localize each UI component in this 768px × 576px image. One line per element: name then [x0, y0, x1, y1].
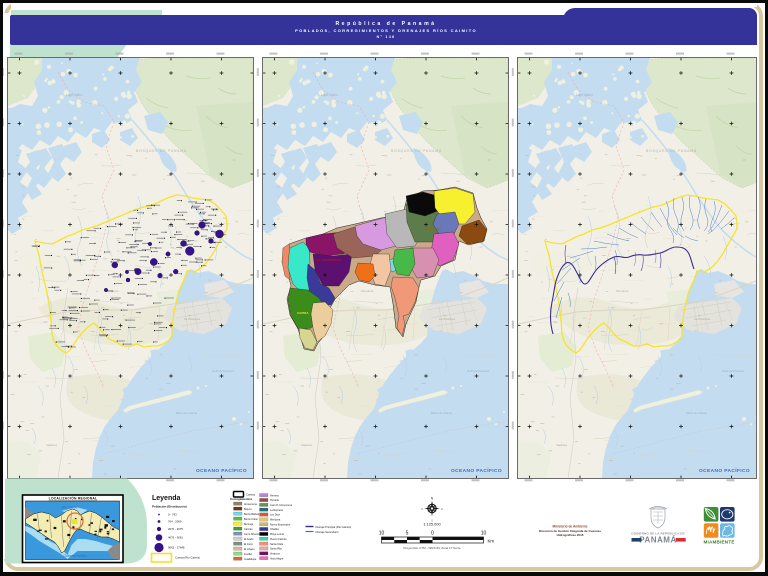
- svg-text:Cuenca: Cuenca: [246, 493, 255, 497]
- svg-text:Santa Rita: Santa Rita: [270, 548, 282, 551]
- svg-text:10: 10: [481, 531, 487, 537]
- svg-text:Ministerio de Ambiente: Ministerio de Ambiente: [553, 525, 588, 529]
- svg-text:Los Díaz: Los Díaz: [270, 514, 281, 517]
- svg-text:O: O: [421, 507, 424, 511]
- svg-text:Playa Leona: Playa Leona: [270, 533, 285, 536]
- svg-text:764 - 2069: 764 - 2069: [168, 520, 182, 524]
- svg-text:0 - 763: 0 - 763: [168, 513, 177, 517]
- svg-text:La Represa: La Represa: [270, 509, 284, 512]
- svg-text:10: 10: [379, 531, 385, 537]
- svg-text:Leyenda: Leyenda: [152, 495, 181, 502]
- svg-text:El Coco: El Coco: [244, 543, 253, 546]
- svg-text:Drenaje Principal (Río Caimito: Drenaje Principal (Río Caimito): [316, 525, 352, 529]
- svg-text:N: N: [431, 497, 434, 501]
- svg-text:Veracruz: Veracruz: [270, 553, 281, 556]
- svg-text:PANAMÁ: PANAMÁ: [639, 536, 677, 545]
- svg-text:Corregimientos: Corregimientos: [230, 497, 253, 501]
- svg-text:Hidrográficas 2016: Hidrográficas 2016: [557, 533, 584, 537]
- svg-text:LOCALIZACIÓN REGIONAL: LOCALIZACIÓN REGIONAL: [49, 496, 98, 501]
- svg-text:Bermeja: Bermeja: [244, 523, 254, 526]
- svg-text:Santa Clara: Santa Clara: [270, 543, 284, 546]
- svg-text:Juan D. Arosemena: Juan D. Arosemena: [270, 504, 293, 507]
- svg-text:Km: Km: [488, 539, 495, 544]
- svg-text:El Arado: El Arado: [244, 538, 254, 541]
- svg-text:Océano Pacífico: Océano Pacífico: [64, 554, 88, 558]
- svg-text:E: E: [441, 507, 443, 511]
- svg-text:Barrio Balboa: Barrio Balboa: [244, 513, 260, 516]
- svg-text:El Líbano: El Líbano: [244, 548, 255, 551]
- svg-text:Cuenca Río Caimito: Cuenca Río Caimito: [175, 556, 200, 560]
- svg-text:5: 5: [406, 531, 409, 537]
- svg-text:Cerro Silvestre: Cerro Silvestre: [244, 533, 261, 536]
- svg-text:Caimito: Caimito: [244, 528, 253, 531]
- svg-text:Hurtado: Hurtado: [270, 499, 280, 502]
- svg-text:Población (Distribución): Población (Distribución): [152, 505, 187, 509]
- svg-text:Drenaje Secundario: Drenaje Secundario: [316, 530, 339, 534]
- svg-text:Barrio Colón: Barrio Colón: [244, 518, 259, 521]
- svg-text:0: 0: [431, 531, 434, 537]
- svg-text:Arosemena: Arosemena: [244, 503, 257, 506]
- svg-text:4676 - 9061: 4676 - 9061: [168, 536, 183, 540]
- svg-text:Puerto Caimito: Puerto Caimito: [270, 538, 287, 541]
- svg-text:Feuillet: Feuillet: [244, 553, 252, 556]
- svg-text:9062 - 17648: 9062 - 17648: [168, 546, 185, 550]
- svg-text:Obaldía: Obaldía: [270, 528, 279, 531]
- svg-text:Guadalupe: Guadalupe: [244, 558, 257, 561]
- svg-text:2070 - 4675: 2070 - 4675: [168, 527, 183, 531]
- svg-text:Mar Caribe: Mar Caribe: [62, 506, 78, 510]
- svg-text:Herrera: Herrera: [270, 494, 279, 497]
- svg-text:Bejuco: Bejuco: [244, 508, 252, 511]
- svg-text:Nuevo Emperador: Nuevo Emperador: [270, 523, 290, 526]
- svg-text:Proyección UTM - WGS 84, Zona: Proyección UTM - WGS 84, Zona 17 Norte: [403, 546, 460, 550]
- svg-text:1:125.000: 1:125.000: [423, 522, 441, 527]
- svg-text:MiAMBIENTE: MiAMBIENTE: [704, 540, 735, 545]
- svg-text:Mendoza: Mendoza: [270, 519, 281, 522]
- svg-text:Vista Alegre: Vista Alegre: [270, 557, 284, 560]
